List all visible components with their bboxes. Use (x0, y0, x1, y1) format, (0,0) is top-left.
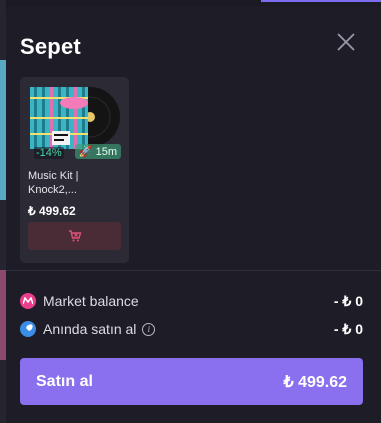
app-stage: Sepet -14% 🚀 15m Music Kit | Knock2,... … (0, 0, 381, 423)
summary-row-market-balance: Market balance - ₺ 0 (20, 291, 363, 311)
divider (6, 270, 381, 271)
item-price: ₺ 499.62 (28, 204, 76, 218)
market-balance-icon (20, 293, 36, 309)
buy-button-label: Satın al (36, 372, 93, 390)
top-tab-indicator (261, 0, 381, 2)
close-icon (337, 33, 355, 51)
cart-title: Sepet (20, 34, 81, 59)
cart-item-card[interactable]: -14% 🚀 15m Music Kit | Knock2,... ₺ 499.… (20, 77, 129, 263)
rocket-icon: 🚀 (78, 146, 93, 158)
summary-row-instant-buy: Anında satın al i - ₺ 0 (20, 319, 363, 339)
item-name-line-2: Knock2,... (28, 184, 77, 196)
delivery-time-badge: 🚀 15m (74, 144, 121, 159)
remove-cart-icon (68, 230, 81, 242)
item-name-line-1: Music Kit | (28, 170, 79, 182)
item-name: Music Kit | Knock2,... (28, 169, 124, 197)
rocket-icon (20, 321, 36, 337)
close-button[interactable] (335, 31, 357, 53)
delivery-time-label: 15m (95, 146, 117, 158)
item-image: -14% 🚀 15m (30, 87, 121, 161)
buy-button[interactable]: Satın al ₺ 499.62 (20, 358, 363, 405)
summary-label: Market balance (43, 293, 139, 309)
remove-from-cart-button[interactable] (28, 222, 121, 250)
discount-badge: -14% (34, 147, 64, 159)
summary-label: Anında satın al (43, 321, 137, 337)
buy-button-amount: ₺ 499.62 (283, 373, 347, 391)
info-icon[interactable]: i (142, 322, 156, 336)
summary-value: - ₺ 0 (333, 320, 363, 337)
summary-value: - ₺ 0 (333, 292, 363, 309)
cart-panel: Sepet -14% 🚀 15m Music Kit | Knock2,... … (6, 6, 381, 423)
